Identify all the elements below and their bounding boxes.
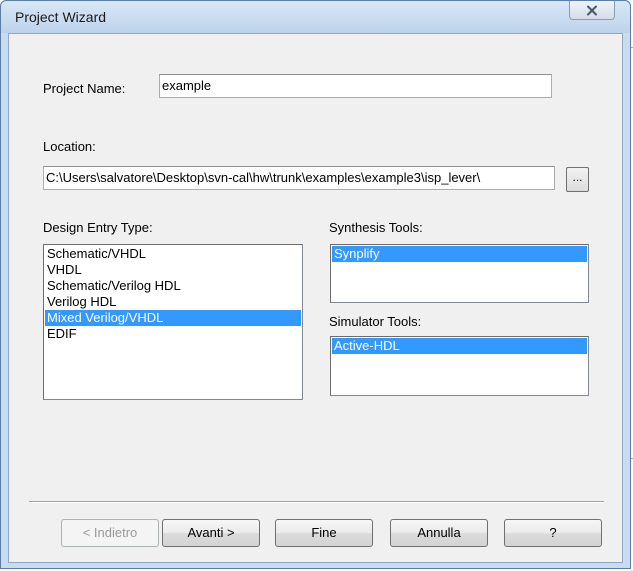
close-button[interactable]	[569, 1, 615, 20]
cancel-button[interactable]: Annulla	[390, 519, 488, 547]
synthesis-tools-label: Synthesis Tools:	[329, 220, 423, 235]
synthesis-tools-list[interactable]: Synplify	[330, 244, 589, 303]
simulator-tools-list[interactable]: Active-HDL	[330, 336, 589, 396]
close-icon	[586, 5, 598, 16]
list-item[interactable]: Schematic/VHDL	[45, 246, 301, 262]
next-button[interactable]: Avanti >	[162, 519, 260, 547]
location-field[interactable]: C:\Users\salvatore\Desktop\svn-cal\hw\tr…	[43, 166, 555, 190]
separator	[29, 501, 604, 503]
help-button[interactable]: ?	[504, 519, 602, 547]
design-entry-label: Design Entry Type:	[43, 220, 153, 235]
back-button[interactable]: < Indietro	[61, 519, 159, 547]
list-item[interactable]: Verilog HDL	[45, 294, 301, 310]
simulator-tools-label: Simulator Tools:	[329, 314, 422, 329]
list-item[interactable]: VHDL	[45, 262, 301, 278]
list-item[interactable]: Active-HDL	[332, 338, 587, 354]
title-bar[interactable]: Project Wizard	[1, 1, 630, 33]
window-title: Project Wizard	[15, 9, 107, 25]
list-item[interactable]: EDIF	[45, 326, 301, 342]
dialog-content: Project Name: example Location: C:\Users…	[8, 33, 623, 563]
finish-button[interactable]: Fine	[275, 519, 373, 547]
design-entry-list[interactable]: Schematic/VHDL VHDL Schematic/Verilog HDL V…	[43, 244, 303, 400]
list-item[interactable]: Synplify	[332, 246, 587, 262]
list-item[interactable]: Mixed Verilog/VHDL	[45, 310, 301, 326]
project-wizard-dialog: Project Wizard Project Name: example Loc…	[0, 0, 631, 569]
project-name-label: Project Name:	[43, 81, 126, 96]
browse-button[interactable]: ...	[566, 167, 589, 192]
location-label: Location:	[43, 139, 96, 154]
list-item[interactable]: Schematic/Verilog HDL	[45, 278, 301, 294]
project-name-field[interactable]: example	[159, 74, 552, 98]
